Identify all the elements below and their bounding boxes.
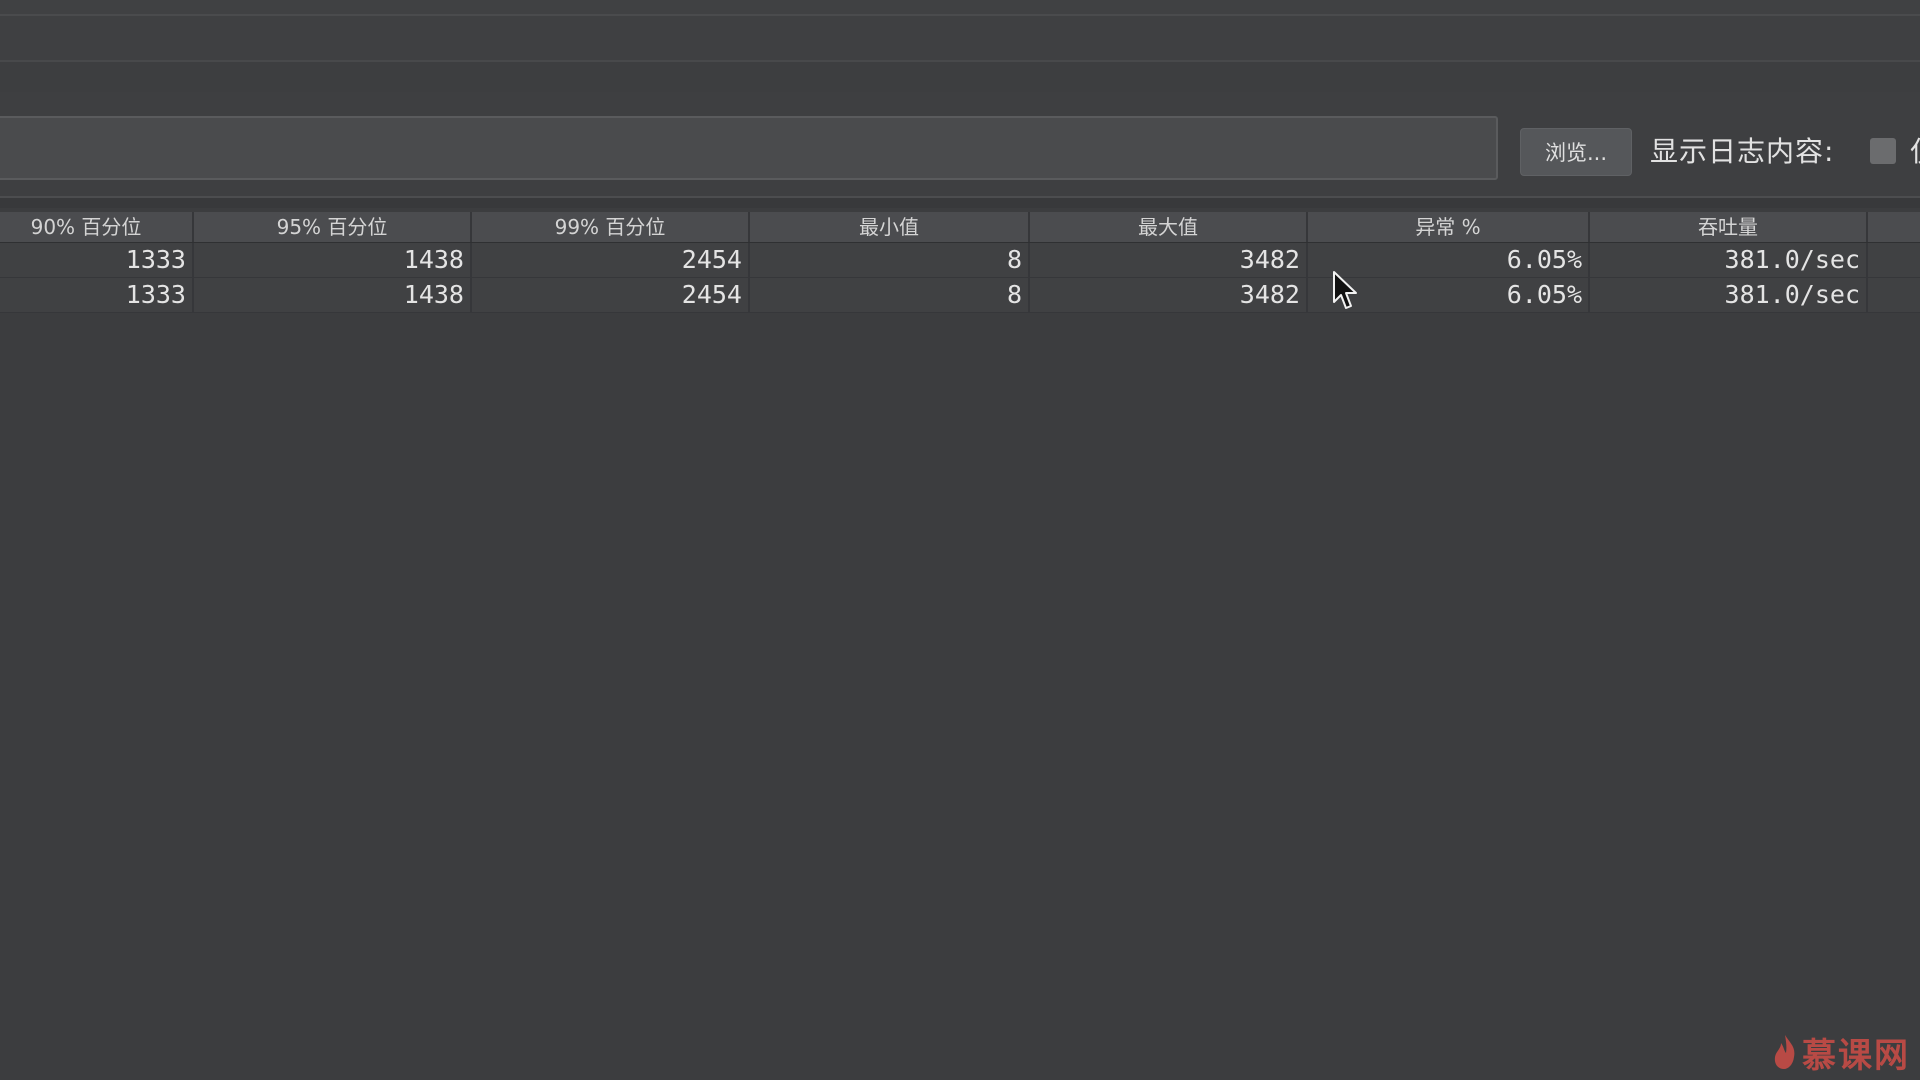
column-header-min[interactable]: 最小值: [750, 212, 1030, 242]
column-header-95-percentile[interactable]: 95% 百分位: [194, 212, 472, 242]
column-header-90-percentile[interactable]: 90% 百分位: [0, 212, 194, 242]
column-header-max[interactable]: 最大值: [1030, 212, 1308, 242]
column-header-error-rate[interactable]: 异常 %: [1308, 212, 1590, 242]
table-row[interactable]: 1333 1438 2454 8 3482 6.05% 381.0/sec: [0, 278, 1920, 313]
browse-button[interactable]: 浏览...: [1520, 128, 1632, 176]
mouse-cursor-icon: [1333, 271, 1357, 309]
name-field-row: [0, 16, 1920, 62]
column-header-clipped[interactable]: [1868, 212, 1920, 242]
cell-90-percentile: 1333: [0, 278, 194, 312]
cell-90-percentile: 1333: [0, 243, 194, 277]
watermark: 慕课网: [1772, 1030, 1910, 1076]
errors-only-label: 仅: [1910, 128, 1920, 176]
cell-99-percentile: 2454: [472, 243, 750, 277]
comment-field-row: [0, 62, 1920, 94]
cell-max: 3482: [1030, 278, 1308, 312]
divider: [0, 196, 1920, 208]
cell-max: 3482: [1030, 243, 1308, 277]
column-header-throughput[interactable]: 吞吐量: [1590, 212, 1868, 242]
file-row: 浏览... 显示日志内容:: [0, 92, 1920, 204]
column-header-99-percentile[interactable]: 99% 百分位: [472, 212, 750, 242]
errors-only-checkbox[interactable]: [1870, 138, 1896, 164]
cell-95-percentile: 1438: [194, 243, 472, 277]
cell-clipped: [1868, 278, 1920, 312]
cell-clipped: [1868, 243, 1920, 277]
cell-95-percentile: 1438: [194, 278, 472, 312]
cell-throughput: 381.0/sec: [1590, 278, 1868, 312]
log-content-label: 显示日志内容:: [1650, 135, 1835, 168]
title-strip: [0, 0, 1920, 16]
cell-throughput: 381.0/sec: [1590, 243, 1868, 277]
watermark-text: 慕课网: [1802, 1035, 1910, 1076]
flame-logo-icon: [1774, 1035, 1795, 1069]
cell-min: 8: [750, 278, 1030, 312]
cell-99-percentile: 2454: [472, 278, 750, 312]
filename-input[interactable]: [0, 116, 1498, 180]
aggregate-report-table: 90% 百分位 95% 百分位 99% 百分位 最小值 最大值 异常 % 吞吐量…: [0, 212, 1920, 313]
table-row[interactable]: 1333 1438 2454 8 3482 6.05% 381.0/sec: [0, 243, 1920, 278]
cell-min: 8: [750, 243, 1030, 277]
table-header: 90% 百分位 95% 百分位 99% 百分位 最小值 最大值 异常 % 吞吐量: [0, 212, 1920, 243]
